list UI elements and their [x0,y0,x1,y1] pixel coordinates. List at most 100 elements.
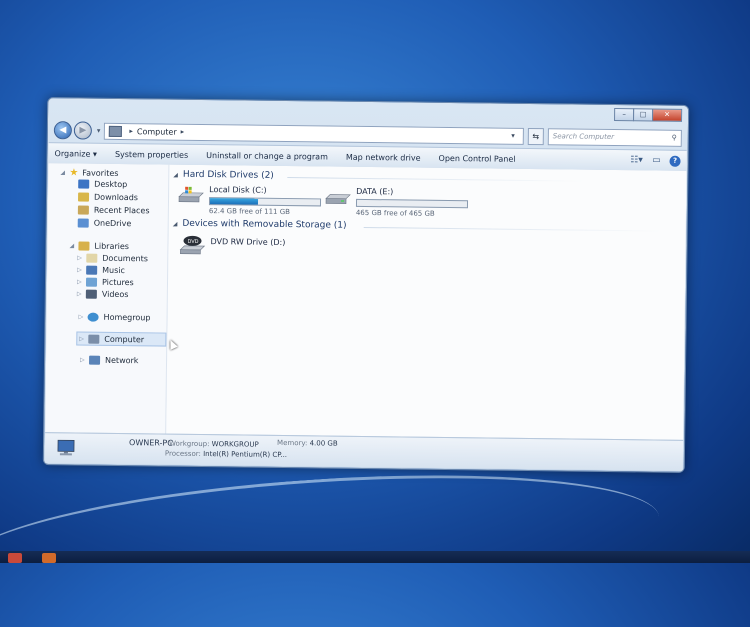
downloads-icon [78,192,89,201]
svg-text:DVD: DVD [187,239,198,245]
close-button[interactable]: ✕ [652,108,682,121]
minimize-button[interactable]: – [614,108,634,121]
collapse-triangle-icon[interactable]: ▷ [80,357,85,364]
nav-label: Homegroup [104,313,151,323]
search-placeholder: Search Computer [553,132,614,141]
nav-computer[interactable]: ▷ Computer [76,331,166,346]
memory-label: Memory: [277,439,307,447]
libraries-icon [78,241,89,250]
address-bar-right: ▾ [507,132,519,140]
drive-c-free-space: 62.4 GB free of 111 GB [209,207,321,216]
details-pane: OWNER-PC Workgroup: WORKGROUP Memory: 4.… [45,432,683,471]
dvd-drive-icon: DVD [178,235,206,255]
nav-pictures[interactable]: ▷ Pictures [77,277,134,287]
breadcrumb-computer[interactable]: Computer [137,127,177,136]
address-bar[interactable]: ▸ Computer ▸ ▾ [103,122,524,144]
hard-drive-icon [324,186,352,206]
nav-label: Videos [102,290,129,299]
memory-info: Memory: 4.00 GB [277,439,338,448]
nav-label: Desktop [94,180,127,189]
nav-label: Network [105,356,139,365]
nav-downloads[interactable]: Downloads [78,192,138,202]
chevron-right-icon[interactable]: ▸ [129,127,133,135]
organize-button[interactable]: Organize ▾ [55,149,98,159]
back-button[interactable]: ◀ [54,121,72,139]
collapse-triangle-icon[interactable]: ▷ [79,335,84,342]
address-dropdown-icon[interactable]: ▾ [511,132,515,140]
pictures-icon [86,278,97,287]
system-properties-button[interactable]: System properties [115,149,188,159]
workgroup-label: Workgroup: [169,440,210,448]
drive-c[interactable]: Local Disk (C:) 62.4 GB free of 111 GB [177,185,321,217]
chevron-right-icon[interactable]: ▸ [181,128,185,136]
drive-c-info: Local Disk (C:) 62.4 GB free of 111 GB [209,185,321,216]
expand-triangle-icon[interactable]: ◢ [60,169,65,176]
history-dropdown-icon[interactable]: ▾ [97,127,101,135]
nav-videos[interactable]: ▷ Videos [77,289,129,299]
nav-onedrive[interactable]: OneDrive [78,218,132,228]
drive-c-name: Local Disk (C:) [209,185,321,195]
open-control-panel-button[interactable]: Open Control Panel [439,153,516,163]
drive-e-free-space: 465 GB free of 465 GB [356,209,468,218]
computer-icon [108,125,121,136]
removable-group-header[interactable]: ◢ Devices with Removable Storage (1) [173,219,347,231]
taskbar-app-icon[interactable] [42,553,56,563]
collapse-triangle-icon[interactable]: ▷ [77,266,82,273]
preview-pane-icon[interactable]: ▭ [649,154,663,166]
change-view-icon[interactable]: ☷▾ [629,154,643,166]
help-icon[interactable]: ? [669,155,680,166]
processor-label: Processor: [165,450,201,458]
forward-arrow-icon: ▶ [79,125,86,135]
nav-recent-places[interactable]: Recent Places [78,205,150,215]
expand-triangle-icon[interactable]: ◢ [69,242,74,249]
nav-libraries[interactable]: ◢ Libraries [69,241,129,251]
group-collapse-icon[interactable]: ◢ [173,171,178,178]
group-title: Hard Disk Drives (2) [183,170,274,181]
processor-value: Intel(R) Pentium(R) CP... [203,450,287,459]
dvd-drive-name: DVD RW Drive (D:) [210,237,285,256]
forward-button[interactable]: ▶ [74,121,92,139]
refresh-icon: ⇆ [532,132,539,141]
nav-desktop[interactable]: Desktop [78,179,127,189]
group-collapse-icon[interactable]: ◢ [173,220,178,227]
drive-e-info: DATA (E:) 465 GB free of 465 GB [356,187,468,218]
drive-c-usage-fill [210,198,258,205]
search-icon: ⚲ [672,134,677,142]
caption-buttons: – □ ✕ [615,108,682,122]
nav-favorites[interactable]: ◢ ★ Favorites [60,167,118,179]
search-input[interactable]: Search Computer ⚲ [548,128,682,147]
taskbar [0,551,750,563]
network-icon [89,356,100,365]
map-network-drive-button[interactable]: Map network drive [346,152,421,162]
processor-info: Processor: Intel(R) Pentium(R) CP... [165,450,287,459]
nav-label: OneDrive [94,219,132,228]
nav-label: Computer [104,334,144,343]
taskbar-app-icon[interactable] [8,553,22,563]
hard-disk-group-header[interactable]: ◢ Hard Disk Drives (2) [173,170,274,181]
nav-homegroup[interactable]: ▷ Homegroup [79,312,151,322]
group-title: Devices with Removable Storage (1) [182,219,346,231]
explorer-window: – □ ✕ ◀ ▶ ▾ ▸ Computer ▸ ▾ ⇆ Search Comp… [43,97,689,473]
dvd-drive-d[interactable]: DVD DVD RW Drive (D:) [178,235,285,256]
collapse-triangle-icon[interactable]: ▷ [77,290,82,297]
nav-label: Pictures [102,278,134,287]
nav-network[interactable]: ▷ Network [80,356,139,366]
documents-icon [86,254,97,263]
collapse-triangle-icon[interactable]: ▷ [79,313,84,320]
group-divider [364,227,664,232]
collapse-triangle-icon[interactable]: ▷ [77,254,82,261]
drive-e[interactable]: DATA (E:) 465 GB free of 465 GB [324,186,468,218]
onedrive-icon [78,218,89,227]
nav-music[interactable]: ▷ Music [77,265,125,275]
collapse-triangle-icon[interactable]: ▷ [77,278,82,285]
videos-icon [86,290,97,299]
back-arrow-icon: ◀ [59,125,66,135]
maximize-button[interactable]: □ [633,108,653,121]
recent-places-icon [78,205,89,214]
workgroup-value: WORKGROUP [212,440,259,449]
refresh-button[interactable]: ⇆ [528,127,544,144]
nav-documents[interactable]: ▷ Documents [77,253,148,263]
desktop-wallpaper-glow [0,456,663,627]
nav-label: Recent Places [94,206,150,216]
uninstall-program-button[interactable]: Uninstall or change a program [206,151,328,161]
